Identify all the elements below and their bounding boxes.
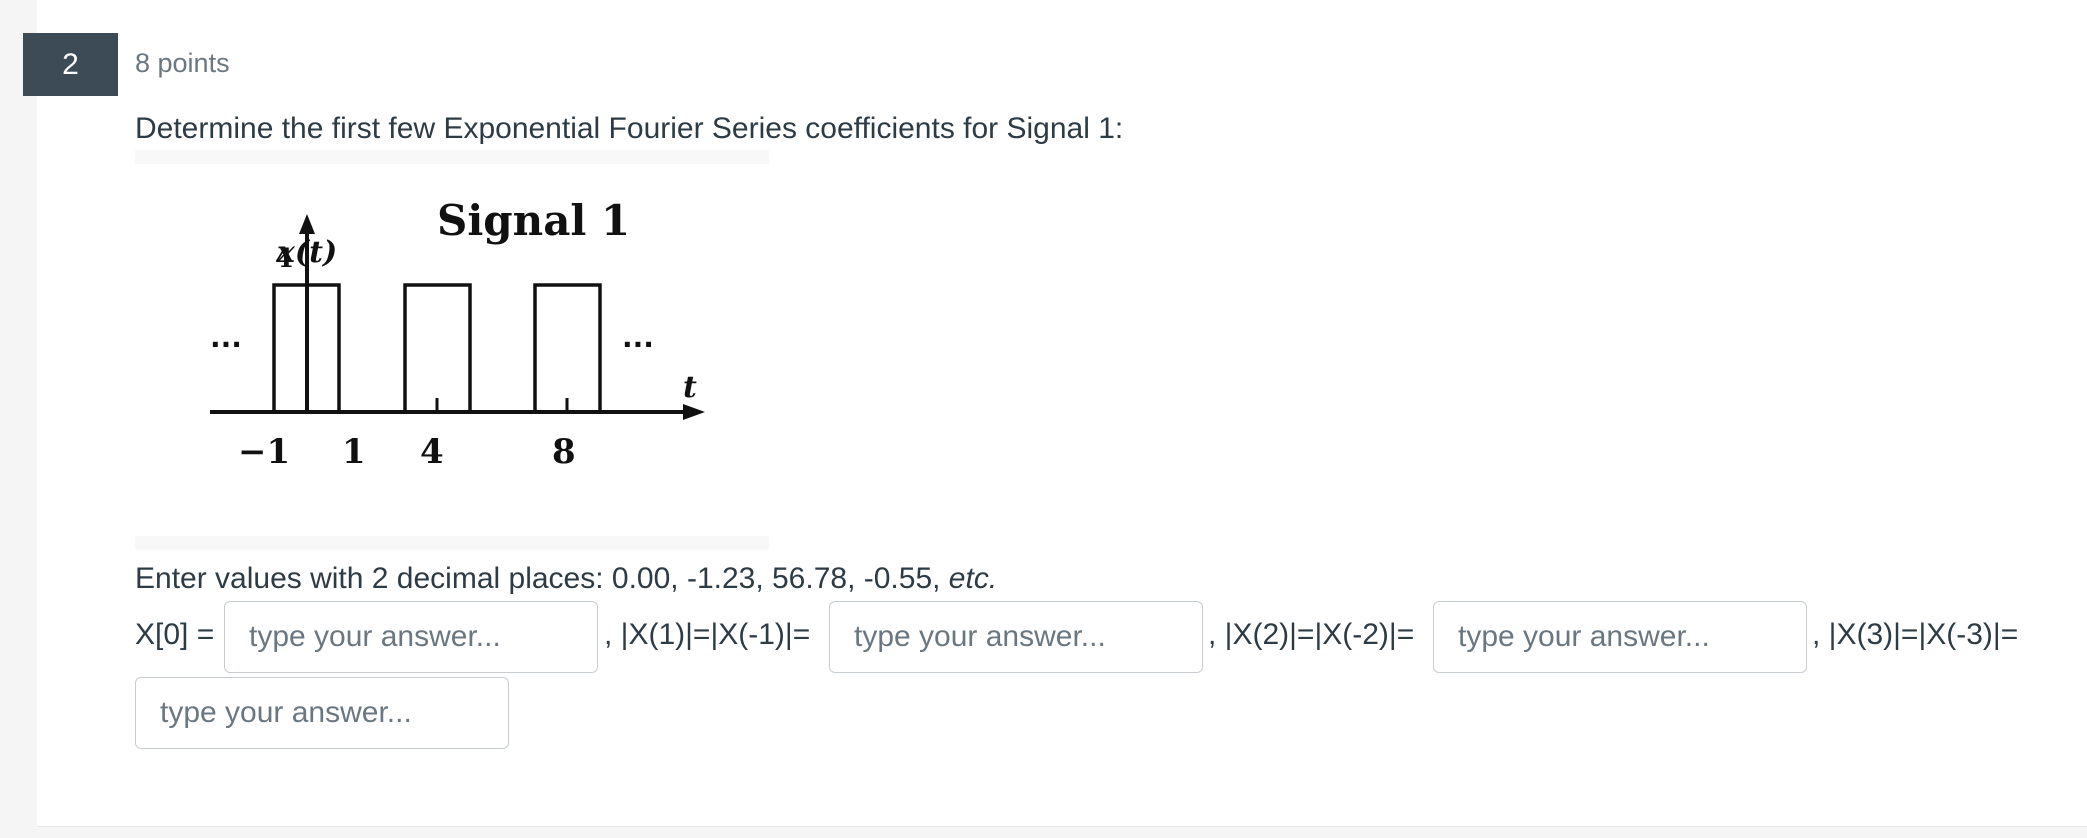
tick-label-8: 8: [552, 432, 576, 472]
answer-input-x1[interactable]: [829, 601, 1203, 673]
tick-label-1: 1: [342, 432, 366, 472]
amplitude-label: 4: [275, 244, 293, 274]
y-axis-arrow: [299, 214, 315, 234]
figure-title: Signal 1: [437, 196, 630, 245]
pulse-2: [403, 283, 472, 412]
signal-figure: x(t) Signal 1 4 t ... ... −1 1 4 8: [135, 150, 769, 550]
answer-input-x0[interactable]: [224, 601, 598, 673]
right-ellipsis: ...: [622, 321, 654, 354]
label-x3: , |X(3)|=|X(-3)|=: [1812, 618, 2019, 651]
label-x1: , |X(1)|=|X(-1)|=: [604, 618, 811, 651]
label-x0: X[0] =: [135, 618, 215, 651]
instructions-etc: etc.: [948, 562, 998, 595]
t-axis-arrow: [683, 404, 705, 420]
question-prompt: Determine the first few Exponential Four…: [135, 112, 1124, 145]
instructions-main: Enter values with 2 decimal places: 0.00…: [135, 562, 949, 595]
tick-label-4: 4: [420, 432, 444, 472]
instructions-text: Enter values with 2 decimal places: 0.00…: [135, 562, 997, 596]
left-ellipsis: ...: [210, 321, 242, 354]
pulse-3: [533, 283, 602, 412]
figure-top-fade: [135, 150, 769, 164]
answer-input-x3[interactable]: [135, 677, 509, 749]
signal-plot: x(t) Signal 1 4 t ... ... −1 1 4 8: [210, 196, 705, 472]
question-points: 8 points: [135, 48, 230, 78]
label-x2: , |X(2)|=|X(-2)|=: [1208, 618, 1415, 651]
figure-bottom-fade: [135, 536, 769, 550]
question-number: 2: [62, 47, 79, 81]
answer-input-x2[interactable]: [1433, 601, 1807, 673]
question-number-badge: 2: [23, 33, 118, 96]
t-axis-label: t: [683, 370, 697, 405]
tick-label-minus-1: −1: [238, 432, 290, 472]
